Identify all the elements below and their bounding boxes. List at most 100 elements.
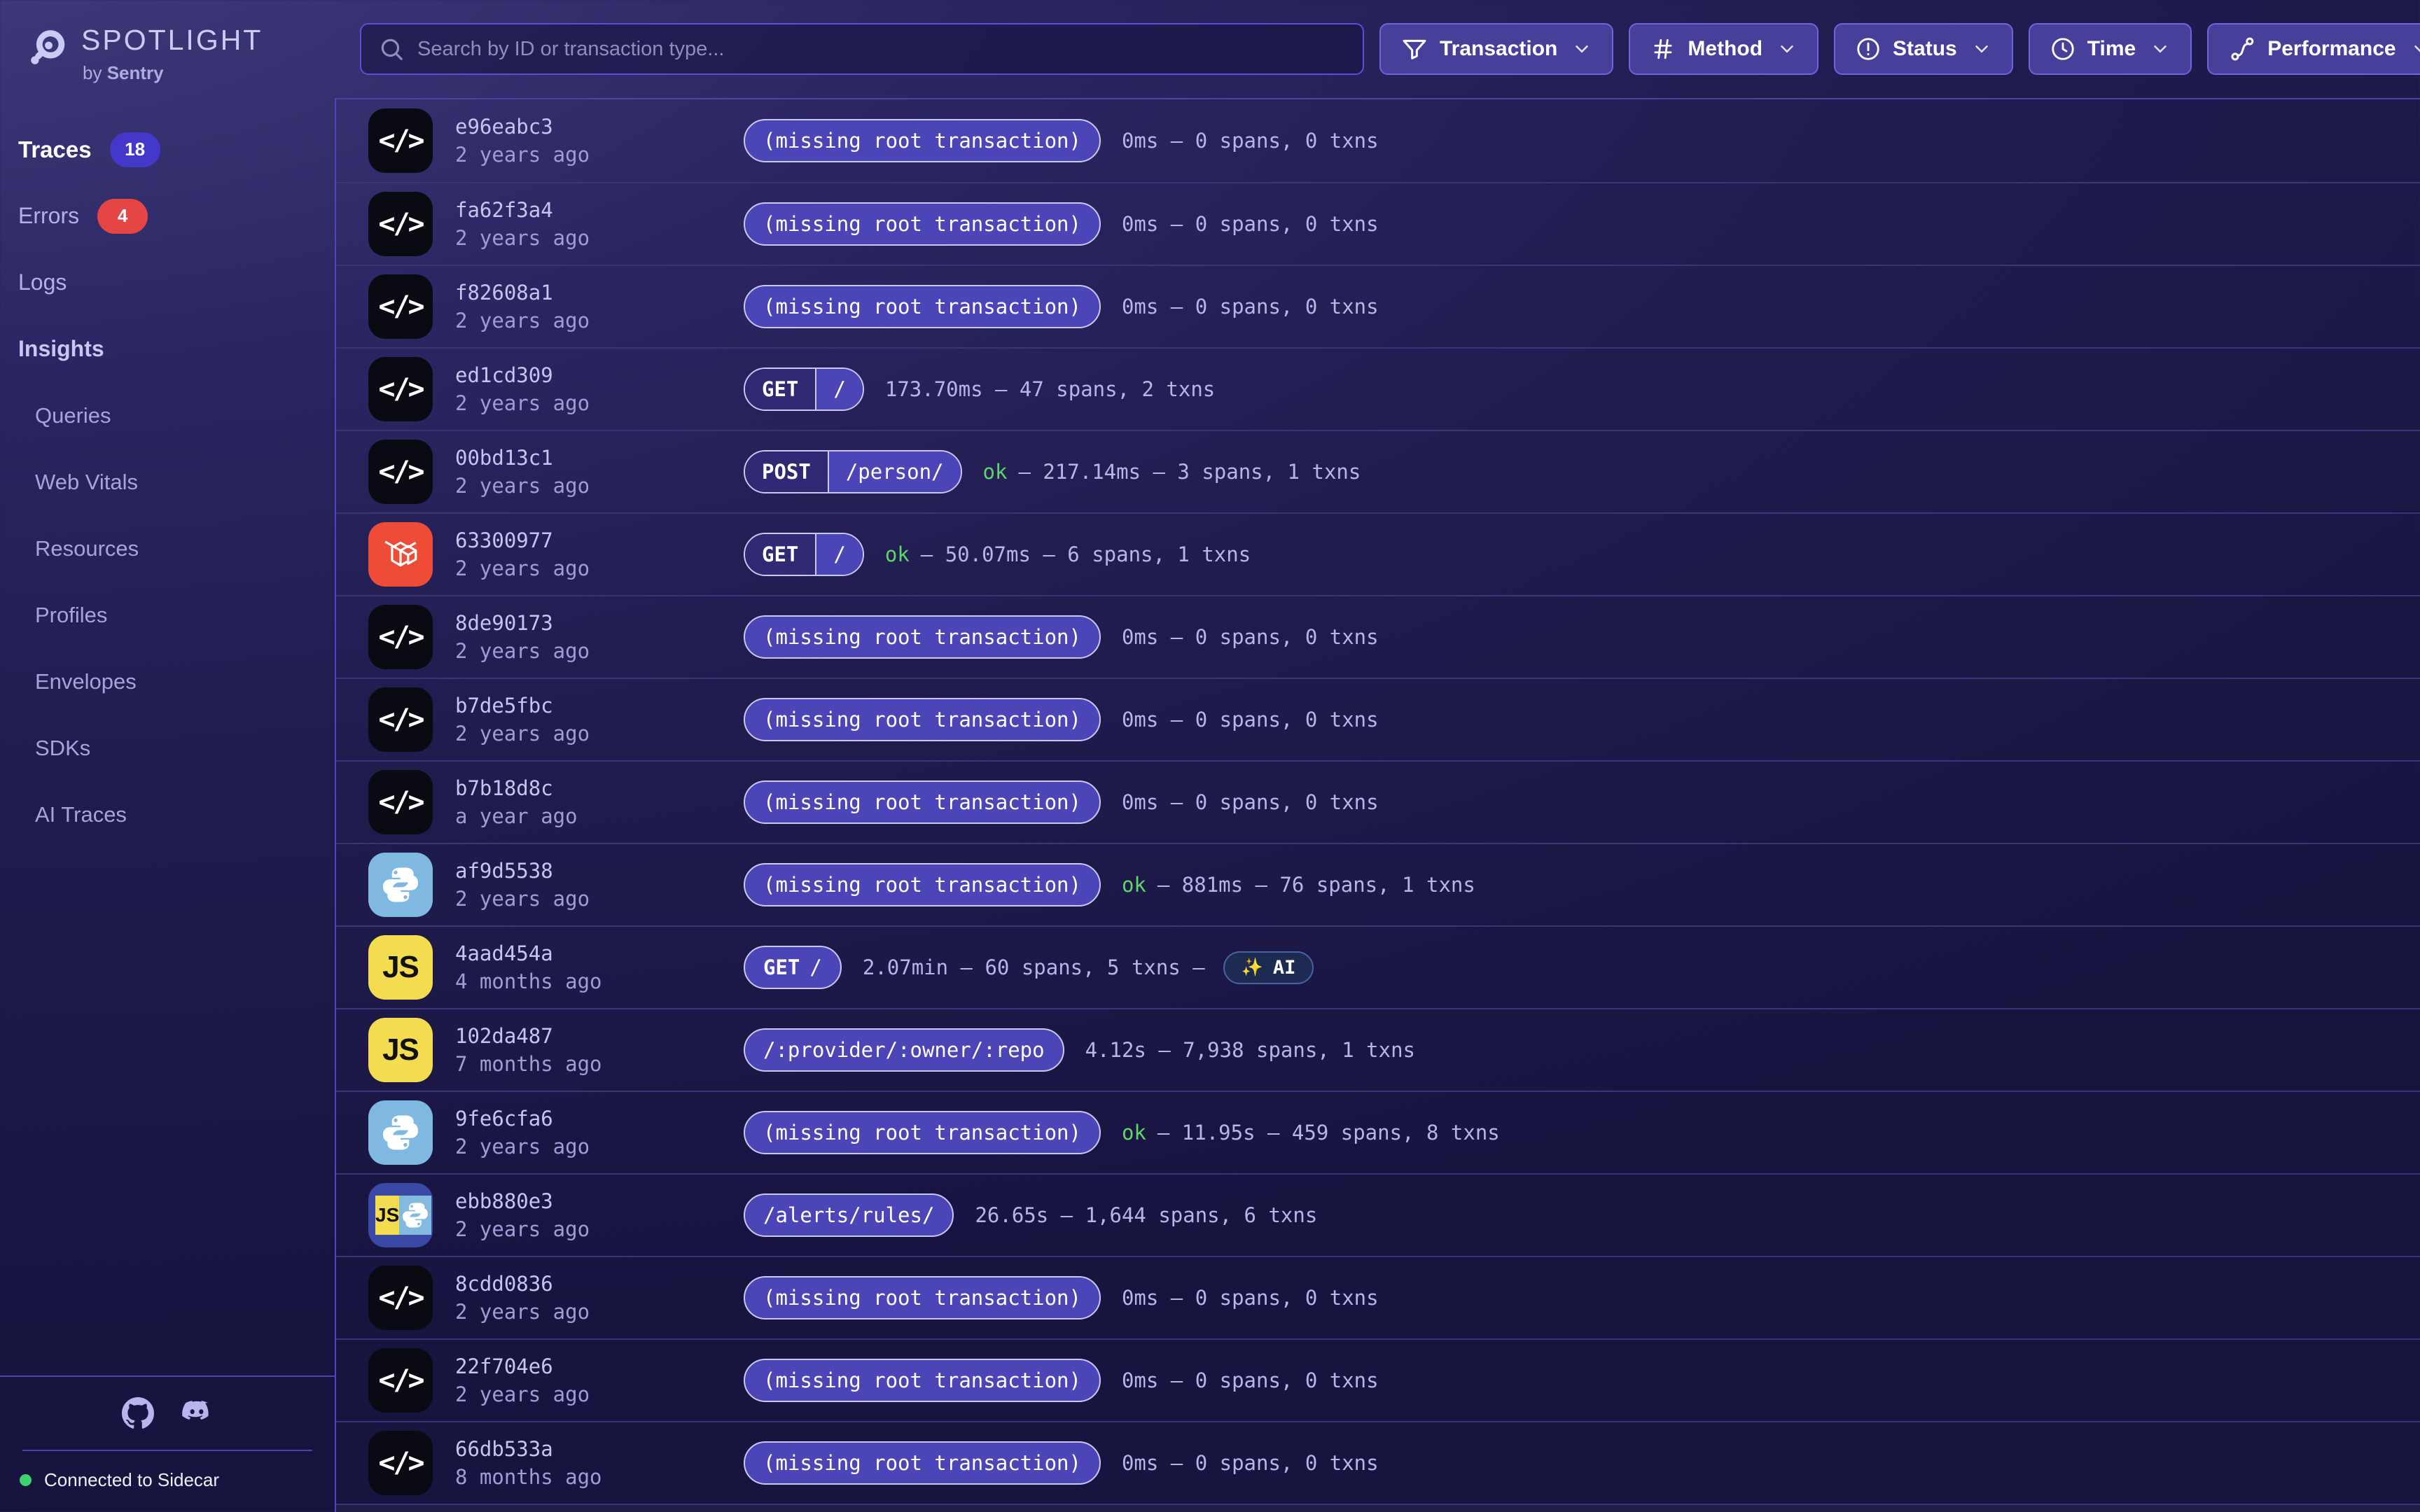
route-icon: [2228, 35, 2256, 63]
chevron-down-icon: [2150, 38, 2171, 59]
method-filter-button[interactable]: Method: [1629, 23, 1819, 75]
performance-filter-button[interactable]: Performance: [2207, 23, 2420, 75]
search-input[interactable]: [417, 38, 1346, 61]
app-title: SPOTLIGHT: [81, 24, 263, 57]
trace-row[interactable]: </>ed1cd3092 years agoGET/173.70ms — 47 …: [336, 347, 2420, 430]
trace-stats: ok— 217.14ms — 3 spans, 1 txns: [983, 460, 1361, 484]
sidebar-item-resources[interactable]: Resources: [0, 515, 335, 582]
trace-row[interactable]: 9fe6cfa62 years ago(missing root transac…: [336, 1091, 2420, 1173]
missing-root-transaction-badge: (missing root transaction): [744, 615, 1101, 659]
trace-row[interactable]: </>00bd13c12 years agoPOST/person/ok— 21…: [336, 430, 2420, 512]
funnel-icon: [1400, 35, 1428, 63]
sidebar-item-traces[interactable]: Traces 18: [0, 116, 335, 183]
code-icon: </>: [368, 357, 433, 421]
missing-root-transaction-badge: (missing root transaction): [744, 285, 1101, 328]
trace-stats: 4.12s — 7,938 spans, 1 txns: [1085, 1038, 1415, 1062]
missing-root-transaction-badge: (missing root transaction): [744, 698, 1101, 741]
status-ok: ok: [1122, 1121, 1146, 1144]
sidebar-item-profiles[interactable]: Profiles: [0, 582, 335, 648]
errors-count-badge: 4: [97, 199, 148, 234]
topbar: Transaction Method Status Time: [335, 0, 2420, 98]
missing-root-transaction-badge: (missing root transaction): [744, 863, 1101, 906]
laravel-icon: [368, 522, 433, 587]
trace-row[interactable]: </>66db533a8 months ago(missing root tra…: [336, 1421, 2420, 1504]
discord-icon[interactable]: [181, 1399, 213, 1427]
trace-age: 2 years ago: [455, 722, 744, 746]
trace-id: b7b18d8c: [455, 776, 744, 800]
github-icon[interactable]: [122, 1397, 154, 1429]
trace-age: 4 months ago: [455, 969, 744, 993]
trace-id: b7de5fbc: [455, 694, 744, 718]
method-path-badge: GET/: [744, 368, 864, 411]
code-icon: </>: [368, 1348, 433, 1413]
route-badge: /:provider/:owner/:repo: [744, 1028, 1064, 1072]
trace-row[interactable]: </>e96eabc32 years ago(missing root tran…: [336, 99, 2420, 182]
trace-row[interactable]: 633009772 years agoGET/ok— 50.07ms — 6 s…: [336, 512, 2420, 595]
trace-id: 8de90173: [455, 611, 744, 635]
next-row-partial: [336, 1504, 2420, 1512]
trace-stats: 0ms — 0 spans, 0 txns: [1122, 1368, 1379, 1392]
sidebar-item-queries[interactable]: Queries: [0, 382, 335, 449]
ai-badge: ✨AI: [1223, 951, 1314, 984]
trace-stats: 0ms — 0 spans, 0 txns: [1122, 295, 1379, 318]
code-icon: </>: [368, 1266, 433, 1330]
trace-row[interactable]: </>b7de5fbc2 years ago(missing root tran…: [336, 678, 2420, 760]
trace-row[interactable]: </>fa62f3a42 years ago(missing root tran…: [336, 182, 2420, 265]
transaction-filter-button[interactable]: Transaction: [1379, 23, 1613, 75]
trace-row[interactable]: </>8de901732 years ago(missing root tran…: [336, 595, 2420, 678]
sidebar-item-insights[interactable]: Insights: [0, 316, 335, 382]
sidebar: SPOTLIGHT by Sentry Traces 18 Errors 4 L…: [0, 0, 335, 1512]
trace-age: 2 years ago: [455, 391, 744, 415]
trace-row[interactable]: </>f82608a12 years ago(missing root tran…: [336, 265, 2420, 347]
trace-id: fa62f3a4: [455, 198, 744, 222]
sidebar-item-web-vitals[interactable]: Web Vitals: [0, 449, 335, 515]
trace-row[interactable]: </>8cdd08362 years ago(missing root tran…: [336, 1256, 2420, 1338]
trace-id: ebb880e3: [455, 1189, 744, 1213]
sidebar-item-envelopes[interactable]: Envelopes: [0, 648, 335, 715]
trace-row[interactable]: af9d55382 years ago(missing root transac…: [336, 843, 2420, 925]
trace-id: e96eabc3: [455, 115, 744, 139]
trace-id: 22f704e6: [455, 1354, 744, 1378]
trace-age: 2 years ago: [455, 1217, 744, 1241]
trace-age: 2 years ago: [455, 1135, 744, 1158]
trace-age: 2 years ago: [455, 639, 744, 663]
sidebar-item-errors[interactable]: Errors 4: [0, 183, 335, 249]
trace-age: 2 years ago: [455, 1300, 744, 1324]
trace-age: 8 months ago: [455, 1465, 744, 1489]
trace-row[interactable]: JS4aad454a4 months agoGET/2.07min — 60 s…: [336, 925, 2420, 1008]
trace-age: 2 years ago: [455, 226, 744, 250]
trace-age: 7 months ago: [455, 1052, 744, 1076]
trace-age: 2 years ago: [455, 1382, 744, 1406]
trace-stats: ok— 11.95s — 459 spans, 8 txns: [1122, 1121, 1500, 1144]
connected-dot: [20, 1474, 32, 1486]
trace-stats: 0ms — 0 spans, 0 txns: [1122, 129, 1379, 153]
method-path-badge: POST/person/: [744, 450, 962, 493]
code-icon: </>: [368, 1431, 433, 1495]
app-logo[interactable]: SPOTLIGHT by Sentry: [0, 0, 335, 105]
filter-bar: Transaction Method Status Time: [1379, 23, 2420, 75]
trace-stats: 0ms — 0 spans, 0 txns: [1122, 790, 1379, 814]
trace-stats: 0ms — 0 spans, 0 txns: [1122, 212, 1379, 236]
trace-row[interactable]: </>22f704e62 years ago(missing root tran…: [336, 1338, 2420, 1421]
trace-age: 2 years ago: [455, 556, 744, 580]
trace-age: 2 years ago: [455, 887, 744, 911]
time-filter-button[interactable]: Time: [2029, 23, 2192, 75]
trace-stats: 26.65s — 1,644 spans, 6 txns: [975, 1203, 1317, 1227]
chevron-down-icon: [1776, 38, 1797, 59]
trace-age: a year ago: [455, 804, 744, 828]
sidebar-item-sdks[interactable]: SDKs: [0, 715, 335, 781]
missing-root-transaction-badge: (missing root transaction): [744, 119, 1101, 162]
trace-stats: ok— 50.07ms — 6 spans, 1 txns: [885, 542, 1251, 566]
sidebar-item-ai-traces[interactable]: AI Traces: [0, 781, 335, 848]
sidebar-item-logs[interactable]: Logs: [0, 249, 335, 316]
code-icon: </>: [368, 770, 433, 834]
status-ok: ok: [983, 460, 1008, 484]
trace-row[interactable]: </> b7b18d8c a year ago(missing root trans…: [336, 760, 2420, 843]
trace-row[interactable]: JS102da4877 months ago/:provider/:owner/…: [336, 1008, 2420, 1091]
missing-root-transaction-badge: (missing root transaction): [744, 1276, 1101, 1320]
code-icon: </>: [368, 274, 433, 339]
trace-stats: 0ms — 0 spans, 0 txns: [1122, 625, 1379, 649]
trace-row[interactable]: JSebb880e32 years ago/alerts/rules/26.65…: [336, 1173, 2420, 1256]
missing-root-transaction-badge: (missing root transaction): [744, 780, 1101, 824]
status-filter-button[interactable]: Status: [1834, 23, 2013, 75]
